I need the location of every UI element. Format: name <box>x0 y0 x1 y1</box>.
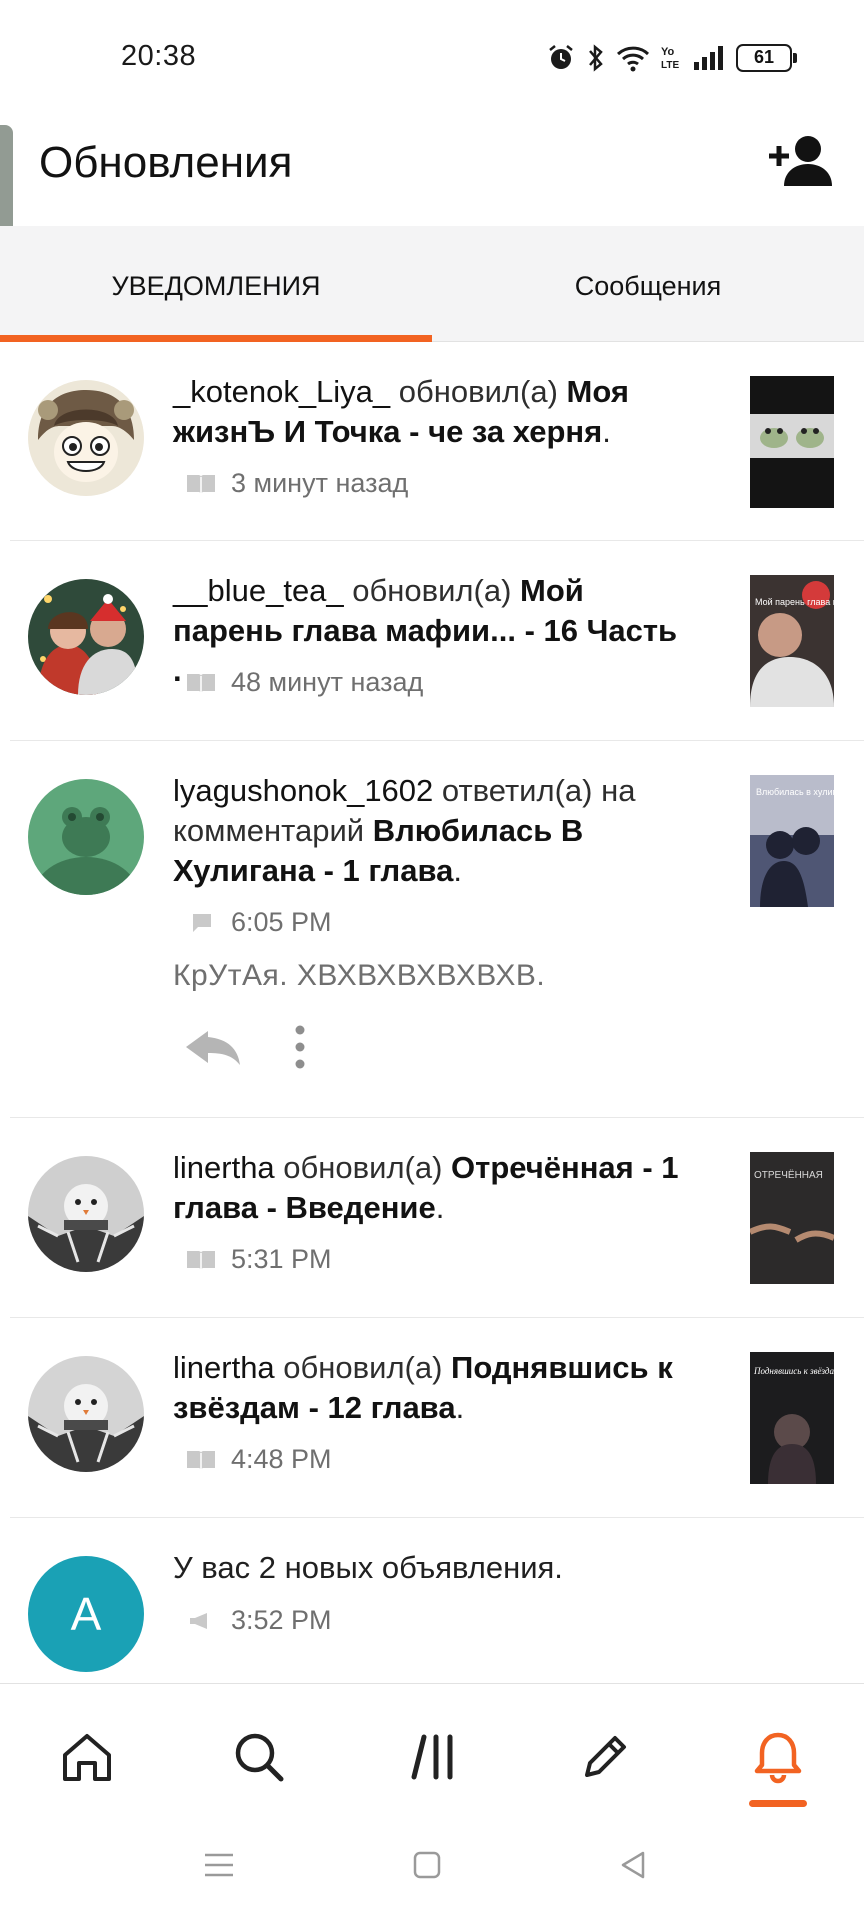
list-item[interactable]: linertha обновил(а) Отречённая - 1 глава… <box>10 1118 864 1318</box>
comment-icon <box>193 913 211 932</box>
nav-active-indicator <box>749 1800 807 1807</box>
megaphone-icon <box>190 1612 207 1629</box>
comment-text: КрУтАя. ХВХВХВХВХВХВ. <box>173 959 546 992</box>
battery-icon: 61 <box>736 44 797 72</box>
home-system-button[interactable] <box>402 1843 452 1887</box>
notification-meta: 3:52 PM <box>185 1605 332 1636</box>
book-icon <box>187 1450 215 1470</box>
notification-text: linertha обновил(а) Поднявшись к звёздам… <box>173 1350 673 1425</box>
notification-meta: 3 минут назад <box>185 468 408 499</box>
story-cover[interactable] <box>750 376 834 508</box>
list-item[interactable]: linertha обновил(а) Поднявшись к звёздам… <box>10 1318 864 1518</box>
list-item[interactable]: A У вас 2 новых объявления. 3:52 PM <box>10 1518 864 1680</box>
alarm-icon <box>549 45 573 69</box>
story-cover[interactable]: Влюбилась в хулигана <box>750 775 834 907</box>
notification-text: У вас 2 новых объявления. <box>173 1550 563 1585</box>
notification-meta: 6:05 PM <box>185 907 332 938</box>
notification-list: _kotenok_Liya_ обновил(а) Моя жизнЪ И То… <box>0 342 864 1680</box>
notification-text: _kotenok_Liya_ обновил(а) Моя жизнЪ И То… <box>173 374 629 449</box>
system-navigation <box>0 1813 864 1920</box>
timestamp: 4:48 PM <box>231 1444 332 1474</box>
username[interactable]: lyagushonok_1602 <box>173 773 433 808</box>
timestamp: 6:05 PM <box>231 907 332 937</box>
avatar[interactable] <box>28 1156 144 1272</box>
username[interactable]: __blue_tea_ <box>173 573 344 608</box>
tab-notifications[interactable]: УВЕДОМЛЕНИЯ <box>0 226 432 342</box>
more-options-button[interactable] <box>290 1023 310 1073</box>
tab-active-indicator <box>0 335 432 342</box>
timestamp: 48 минут назад <box>231 667 424 697</box>
svg-text:LTE: LTE <box>661 60 679 71</box>
nav-search[interactable] <box>224 1722 294 1792</box>
volte-icon: Yo LTE <box>661 46 679 71</box>
avatar-letter: A <box>70 1588 102 1640</box>
bottom-navigation <box>0 1683 864 1813</box>
list-item[interactable]: lyagushonok_1602 ответил(а) на комментар… <box>10 741 864 1118</box>
recents-button[interactable] <box>194 1843 244 1887</box>
status-icons: Yo LTE 61 <box>546 40 797 76</box>
story-cover[interactable]: Мой парень глава мафии <box>750 575 834 707</box>
more-vertical-icon <box>295 1025 305 1069</box>
search-icon <box>235 1733 284 1782</box>
timestamp: 5:31 PM <box>231 1244 332 1274</box>
home-icon <box>63 1734 111 1781</box>
tab-bar: УВЕДОМЛЕНИЯ Сообщения <box>0 226 864 342</box>
username[interactable]: _kotenok_Liya_ <box>173 374 390 409</box>
timestamp: 3 минут назад <box>231 468 409 498</box>
cover-text: ОТРЕЧЁННАЯ <box>754 1169 823 1181</box>
back-button[interactable] <box>608 1843 658 1887</box>
cover-text: Мой парень глава мафии <box>755 597 834 607</box>
add-friend-icon <box>769 136 832 186</box>
reply-button[interactable] <box>180 1025 244 1069</box>
book-icon <box>187 1250 215 1270</box>
reply-icon <box>186 1031 240 1065</box>
nav-home[interactable] <box>52 1722 122 1792</box>
notification-meta: 48 минут назад <box>185 667 423 698</box>
write-icon <box>585 1736 626 1777</box>
bluetooth-icon <box>589 44 603 72</box>
menu-icon <box>205 1853 233 1877</box>
book-icon <box>187 673 215 693</box>
notification-meta: 4:48 PM <box>185 1444 332 1475</box>
avatar[interactable] <box>28 579 144 695</box>
username[interactable]: linertha <box>173 1350 275 1385</box>
tab-messages[interactable]: Сообщения <box>432 226 864 342</box>
story-cover[interactable]: ОТРЕЧЁННАЯ <box>750 1152 834 1284</box>
avatar[interactable] <box>28 380 144 496</box>
signal-icon <box>694 46 723 70</box>
wifi-icon <box>616 46 650 72</box>
avatar[interactable] <box>28 1356 144 1472</box>
book-icon <box>187 474 215 494</box>
nav-library[interactable] <box>399 1722 469 1792</box>
avatar[interactable]: A <box>28 1556 144 1672</box>
square-icon <box>413 1851 441 1879</box>
list-item[interactable]: _kotenok_Liya_ обновил(а) Моя жизнЪ И То… <box>10 342 864 541</box>
username[interactable]: linertha <box>173 1150 275 1185</box>
nav-write[interactable] <box>570 1722 640 1792</box>
cover-text: Влюбилась в хулигана <box>756 787 834 797</box>
status-time: 20:38 <box>121 40 197 72</box>
nav-notifications[interactable] <box>743 1722 813 1792</box>
back-triangle-icon <box>621 1851 645 1879</box>
app-header: Обновления <box>0 110 864 226</box>
list-item[interactable]: __blue_tea_ обновил(а) Мой парень глава … <box>10 541 864 741</box>
svg-text:Yo: Yo <box>661 46 675 58</box>
cover-text: Поднявшись к звёздам <box>753 1366 834 1376</box>
notification-meta: 5:31 PM <box>185 1244 332 1275</box>
library-icon <box>411 1734 453 1780</box>
story-cover[interactable]: Поднявшись к звёздам <box>750 1352 834 1484</box>
status-bar: 20:38 Yo LTE 61 <box>0 0 864 110</box>
notification-text: linertha обновил(а) Отречённая - 1 глава… <box>173 1150 679 1225</box>
notification-text: lyagushonok_1602 ответил(а) на комментар… <box>173 773 636 888</box>
avatar[interactable] <box>28 779 144 895</box>
timestamp: 3:52 PM <box>231 1605 332 1635</box>
add-friend-button[interactable] <box>766 132 836 192</box>
page-title: Обновления <box>39 138 293 187</box>
bell-icon <box>754 1732 802 1784</box>
